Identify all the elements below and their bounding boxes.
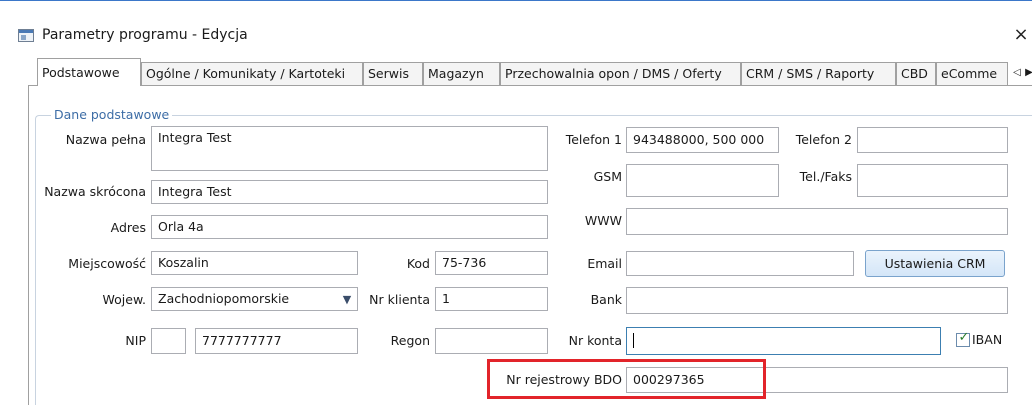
tab-ecommerce[interactable]: eComme (936, 62, 1008, 85)
nazwa-skrocona-field[interactable]: Integra Test (151, 180, 548, 204)
titlebar: Parametry programu - Edycja × (0, 14, 1032, 54)
email-field[interactable] (626, 251, 854, 276)
bdo-highlight-box (487, 359, 766, 399)
regon-field[interactable] (435, 328, 548, 354)
kod-field[interactable]: 75-736 (435, 251, 548, 275)
bank-label: Bank (590, 292, 622, 307)
text-caret (633, 333, 634, 348)
telefon1-label: Telefon 1 (565, 132, 622, 147)
iban-checkbox[interactable]: ✓ (956, 330, 970, 347)
www-field[interactable] (626, 208, 1008, 235)
tabstrip: Podstawowe Ogólne / Komunikaty / Kartote… (0, 54, 1032, 86)
adres-label: Adres (110, 220, 146, 235)
email-label: Email (587, 256, 622, 271)
tab-przechowalnia[interactable]: Przechowalnia opon / DMS / Oferty (500, 62, 741, 85)
tab-crm-sms-raporty[interactable]: CRM / SMS / Raporty (741, 62, 896, 85)
telefon2-label: Telefon 2 (795, 132, 852, 147)
wojew-select[interactable]: Zachodniopomorskie ▼ (151, 287, 358, 311)
nazwa-pelna-field[interactable]: Integra Test (151, 126, 548, 171)
group-title: Dane podstawowe (51, 107, 173, 122)
www-label: WWW (584, 213, 622, 228)
wojew-label: Wojew. (102, 292, 147, 307)
tab-ogolne-komunikaty-kartoteki[interactable]: Ogólne / Komunikaty / Kartoteki (141, 62, 363, 85)
nip-field[interactable]: 7777777777 (195, 328, 358, 354)
bank-field[interactable] (626, 287, 1008, 314)
nazwa-skrocona-label: Nazwa skrócona (44, 184, 146, 199)
tab-serwis[interactable]: Serwis (363, 62, 423, 85)
iban-label: IBAN (972, 332, 1003, 347)
crm-settings-button[interactable]: Ustawienia CRM (865, 250, 1005, 277)
nr-klienta-label: Nr klienta (369, 292, 430, 307)
miejscowosc-label: Miejscowość (68, 256, 146, 271)
regon-label: Regon (390, 333, 430, 348)
window-top-border (0, 0, 1032, 14)
tel-faks-label: Tel./Faks (799, 169, 852, 184)
tel-faks-field[interactable] (857, 164, 1008, 197)
checkmark-icon: ✓ (958, 330, 970, 345)
tab-cbd[interactable]: CBD (896, 62, 936, 85)
nr-konta-label: Nr konta (568, 333, 622, 348)
nazwa-pelna-label: Nazwa pełna (65, 132, 146, 147)
telefon2-field[interactable] (857, 127, 1008, 153)
gsm-label: GSM (593, 169, 622, 184)
window-title: Parametry programu - Edycja (42, 27, 248, 43)
window-app-icon (18, 29, 34, 42)
close-icon[interactable]: × (1010, 23, 1032, 47)
nip-prefix-field[interactable] (151, 328, 186, 354)
miejscowosc-field[interactable]: Koszalin (151, 251, 358, 275)
adres-field[interactable]: Orla 4a (151, 215, 548, 239)
nip-label: NIP (125, 333, 146, 348)
tab-magazyn[interactable]: Magazyn (423, 62, 500, 85)
kod-label: Kod (406, 256, 430, 271)
nr-konta-field[interactable] (626, 327, 941, 355)
nr-klienta-field[interactable]: 1 (435, 287, 548, 311)
tab-scroll-right-icon[interactable]: ▶ (1023, 65, 1032, 81)
wojew-selected-value: Zachodniopomorskie (158, 291, 290, 306)
gsm-field[interactable] (626, 164, 779, 197)
tab-podstawowe[interactable]: Podstawowe (37, 58, 141, 86)
telefon1-field[interactable]: 943488000, 500 000 (626, 127, 779, 153)
chevron-down-icon[interactable]: ▼ (338, 289, 356, 310)
tab-scroll-left-icon[interactable]: ◁ (1011, 65, 1023, 81)
